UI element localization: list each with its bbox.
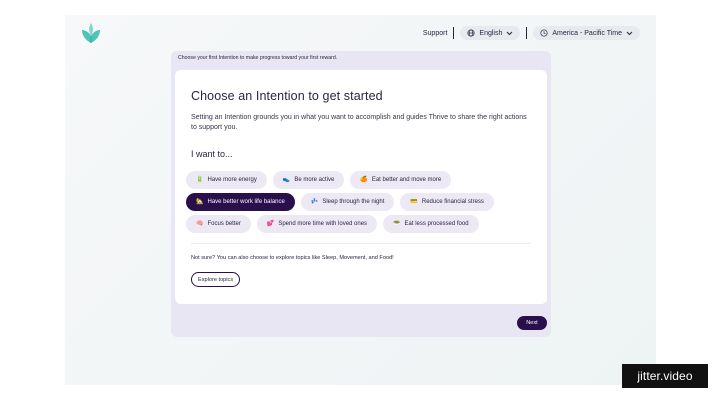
language-select[interactable]: English: [460, 26, 521, 40]
sleep-icon: 💤: [310, 199, 319, 205]
globe-icon: [467, 29, 475, 37]
chip-label: Have more energy: [207, 177, 257, 183]
chip-label: Reduce financial stress: [421, 199, 484, 205]
chip-sleep-through-the-night[interactable]: 💤 Sleep through the night: [300, 193, 395, 211]
chevron-down-icon: [626, 31, 633, 35]
salad-icon: 🥗: [393, 221, 401, 227]
top-nav: Support English America - Pacific Time: [423, 25, 640, 41]
clock-icon: [540, 29, 548, 37]
intention-card: Choose an Intention to get started Setti…: [175, 70, 547, 304]
chip-label: Eat less processed food: [404, 221, 469, 227]
credit-card-icon: 💳: [410, 199, 418, 205]
sneaker-icon: 👟: [282, 177, 291, 183]
chip-eat-less-processed-food[interactable]: 🥗 Eat less processed food: [383, 215, 479, 233]
chevron-down-icon: [507, 31, 513, 35]
chip-label: Spend more time with loved ones: [278, 221, 368, 227]
explore-topics-button[interactable]: Explore topics: [191, 272, 241, 287]
chip-row-2: 🏡 Have better work life balance 💤 Sleep …: [186, 193, 494, 211]
explore-hint: Not sure? You can also choose to explore…: [191, 255, 394, 261]
chip-work-life-balance[interactable]: 🏡 Have better work life balance: [186, 193, 295, 211]
house-icon: 🏡: [196, 199, 204, 205]
section-divider: [191, 243, 531, 244]
chip-label: Focus better: [207, 221, 241, 227]
reward-banner: Choose your first Intention to make prog…: [178, 55, 338, 61]
chip-eat-better-and-move-more[interactable]: 🍊 Eat better and move more: [350, 171, 452, 189]
chip-label: Be more active: [294, 177, 335, 183]
hearts-icon: 💕: [266, 221, 275, 227]
orange-icon: 🍊: [360, 177, 368, 183]
timezone-value: America - Pacific Time: [552, 29, 622, 37]
timezone-select[interactable]: America - Pacific Time: [533, 26, 640, 40]
nav-divider: [526, 27, 528, 39]
intention-description: Setting an Intention grounds you in what…: [191, 114, 527, 131]
app-stage: Support English America - Pacific Time C…: [65, 15, 656, 385]
i-want-to-label: I want to...: [191, 149, 233, 159]
next-button[interactable]: Next: [517, 316, 547, 330]
chip-be-more-active[interactable]: 👟 Be more active: [272, 171, 345, 189]
chip-have-more-energy[interactable]: 🔋 Have more energy: [186, 171, 267, 189]
thrive-logo-icon[interactable]: [81, 22, 101, 44]
intention-panel: Choose your first Intention to make prog…: [171, 51, 551, 337]
nav-divider: [453, 27, 455, 39]
support-link[interactable]: Support: [423, 30, 448, 37]
chip-label: Have better work life balance: [207, 199, 285, 205]
chip-label: Eat better and move more: [371, 177, 442, 183]
language-value: English: [479, 29, 503, 37]
battery-icon: 🔋: [196, 177, 204, 183]
chip-row-3: 🧠 Focus better 💕 Spend more time with lo…: [186, 215, 479, 233]
jitter-watermark: jitter.video: [622, 364, 708, 388]
chip-row-1: 🔋 Have more energy 👟 Be more active 🍊 Ea…: [186, 171, 452, 189]
chip-focus-better[interactable]: 🧠 Focus better: [186, 215, 251, 233]
chip-loved-ones[interactable]: 💕 Spend more time with loved ones: [256, 215, 378, 233]
brain-icon: 🧠: [196, 221, 204, 227]
chip-reduce-financial-stress[interactable]: 💳 Reduce financial stress: [400, 193, 494, 211]
chip-label: Sleep through the night: [322, 199, 385, 205]
page-title: Choose an Intention to get started: [191, 89, 383, 103]
